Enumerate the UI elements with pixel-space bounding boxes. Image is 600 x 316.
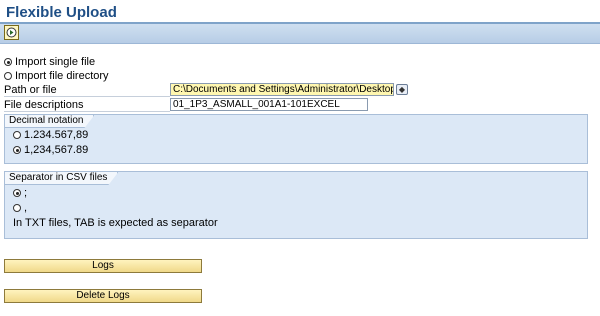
- radio-decimal-option2[interactable]: 1,234,567.89: [13, 144, 88, 156]
- descriptions-label-underline: [4, 111, 170, 112]
- path-label: Path or file: [4, 84, 57, 96]
- application-toolbar: [0, 24, 600, 44]
- separator-note: In TXT files, TAB is expected as separat…: [13, 217, 218, 229]
- decimal-notation-title: Decimal notation: [5, 115, 94, 128]
- radio-decimal-option2-indicator[interactable]: [13, 146, 21, 154]
- execute-icon: [6, 27, 17, 38]
- radio-separator-option1-indicator[interactable]: [13, 189, 21, 197]
- radio-decimal-option1-indicator[interactable]: [13, 131, 21, 139]
- path-label-underline: [4, 96, 170, 97]
- path-input[interactable]: C:\Documents and Settings\Administrator\…: [170, 83, 394, 96]
- radio-decimal-option2-label: 1,234,567.89: [24, 144, 89, 156]
- radio-import-directory-indicator[interactable]: [4, 72, 12, 80]
- radio-separator-option1[interactable]: ;: [13, 187, 27, 199]
- execute-button[interactable]: [4, 25, 19, 40]
- delete-logs-button[interactable]: Delete Logs: [4, 289, 202, 303]
- descriptions-label: File descriptions: [4, 99, 84, 111]
- separator-title: Separator in CSV files: [5, 172, 118, 185]
- radio-import-file-directory[interactable]: Import file directory: [4, 70, 109, 82]
- radio-separator-option1-label: ;: [24, 187, 28, 199]
- radio-import-single-file[interactable]: Import single file: [4, 56, 95, 68]
- radio-decimal-option1[interactable]: 1.234.567,89: [13, 129, 88, 141]
- value-help-icon: ◆: [398, 85, 406, 94]
- page-title: Flexible Upload: [6, 4, 117, 21]
- radio-separator-option2-indicator[interactable]: [13, 204, 21, 212]
- radio-import-single-indicator[interactable]: [4, 58, 12, 66]
- descriptions-input[interactable]: 01_1P3_ASMALL_001A1-101EXCEL: [170, 98, 368, 111]
- radio-import-directory-label: Import file directory: [15, 70, 109, 82]
- radio-separator-option2-label: ,: [24, 202, 28, 214]
- logs-button[interactable]: Logs: [4, 259, 202, 273]
- separator-group: Separator in CSV files ; , In TXT files,…: [4, 171, 588, 239]
- radio-import-single-label: Import single file: [15, 56, 96, 68]
- radio-separator-option2[interactable]: ,: [13, 202, 27, 214]
- decimal-notation-group: Decimal notation 1.234.567,89 1,234,567.…: [4, 114, 588, 164]
- radio-decimal-option1-label: 1.234.567,89: [24, 129, 89, 141]
- path-browse-button[interactable]: ◆: [396, 84, 408, 95]
